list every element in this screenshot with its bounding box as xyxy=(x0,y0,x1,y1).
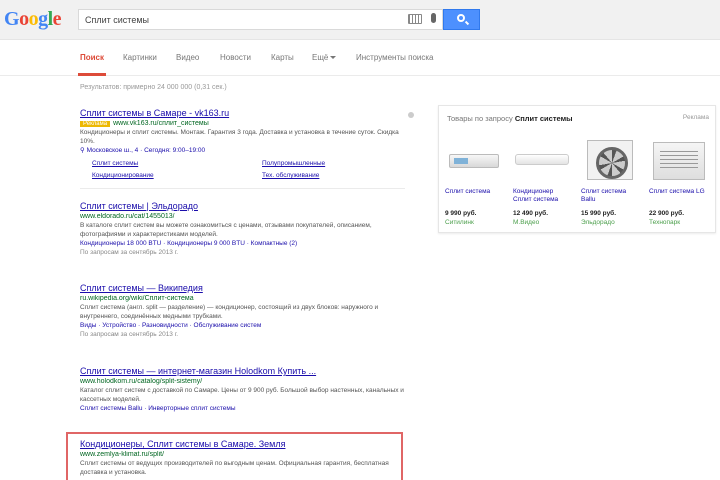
product-image[interactable] xyxy=(581,136,637,184)
result-address[interactable]: ⚲ Московское ш., 4 · Сегодня: 9:00–19:00 xyxy=(80,146,405,155)
product-price: 15 990 руб. xyxy=(581,210,617,217)
search-button[interactable] xyxy=(443,9,480,30)
product-price: 22 900 руб. xyxy=(649,210,685,217)
result-sublinks[interactable]: Виды · Устройство · Разновидности · Обсл… xyxy=(80,321,405,330)
result-title-link[interactable]: Сплит системы — интернет-магазин Holodko… xyxy=(80,366,405,376)
ad-result: Сплит системы в Самаре - vk163.ru Реклам… xyxy=(80,108,405,188)
result-title-link[interactable]: Сплит системы — Википедия xyxy=(80,283,405,293)
sitelink[interactable]: Сплит системы xyxy=(92,160,138,167)
air-conditioner-icon xyxy=(449,154,499,168)
product-card[interactable]: Сплит система 9 990 руб. Ситилинк xyxy=(443,132,505,232)
result-snippet: Сплит система (англ. split — разделение)… xyxy=(80,304,379,320)
ad-badge: Реклама xyxy=(80,121,111,127)
outdoor-unit-icon xyxy=(587,140,633,180)
product-card[interactable]: Сплит система LG 22 900 руб. Технопарк xyxy=(647,132,709,232)
active-tab-indicator xyxy=(78,73,106,76)
shopping-panel: Товары по запросу Сплит системы Реклама … xyxy=(438,105,716,233)
result-url: ru.wikipedia.org/wiki/Сплит-система xyxy=(80,295,194,302)
cabinet-unit-icon xyxy=(653,142,705,180)
search-result: Сплит системы — Википедия ru.wikipedia.o… xyxy=(80,283,405,339)
shopping-panel-title: Товары по запросу Сплит системы xyxy=(447,114,573,123)
result-stats: Результатов: примерно 24 000 000 (0,31 с… xyxy=(80,84,227,91)
sitelinks: Сплит системы Кондиционирование Полупром… xyxy=(92,158,405,188)
result-title-link[interactable]: Сплит системы | Эльдорадо xyxy=(80,201,405,211)
product-card[interactable]: Кондиционер Сплит система 12 490 руб. М.… xyxy=(511,132,573,232)
product-name[interactable]: Кондиционер Сплит система xyxy=(513,188,573,204)
result-date: По запросам за сентябрь 2013 г. xyxy=(80,249,179,256)
product-store: Технопарк xyxy=(649,219,681,226)
result-sublinks[interactable]: Кондиционеры 18 000 BTU · Кондиционеры 9… xyxy=(80,239,405,248)
product-price: 12 490 руб. xyxy=(513,210,549,217)
product-store: М.Видео xyxy=(513,219,540,226)
info-icon[interactable] xyxy=(408,112,414,118)
search-input[interactable] xyxy=(79,10,399,30)
result-sublinks[interactable]: Сплит системы Ballu · Инверторные сплит … xyxy=(80,404,405,413)
highlight-box xyxy=(66,432,403,480)
header-bar: Google xyxy=(0,0,720,40)
search-result: Сплит системы | Эльдорадо www.eldorado.r… xyxy=(80,201,405,257)
result-snippet: Каталог сплит систем с доставкой по Сама… xyxy=(80,387,404,403)
tab-more[interactable]: Ещё xyxy=(312,53,337,62)
tab-video[interactable]: Видео xyxy=(176,53,199,62)
location-pin-icon: ⚲ xyxy=(80,147,87,154)
sitelink[interactable]: Тех. обслуживание xyxy=(262,172,319,179)
sitelink[interactable]: Полупромышленные xyxy=(262,160,325,167)
microphone-icon[interactable] xyxy=(431,13,436,23)
product-store: Ситилинк xyxy=(445,219,474,226)
sitelink[interactable]: Кондиционирование xyxy=(92,172,154,179)
tab-images[interactable]: Картинки xyxy=(123,53,157,62)
result-url: www.eldorado.ru/cat/1455013/ xyxy=(80,213,175,220)
product-price: 9 990 руб. xyxy=(445,210,477,217)
tab-news[interactable]: Новости xyxy=(220,53,251,62)
divider xyxy=(80,188,405,189)
result-url: Реклама www.vk163.ru/сплит_системы xyxy=(80,120,405,127)
tab-search[interactable]: Поиск xyxy=(80,53,104,62)
google-logo[interactable]: Google xyxy=(4,8,62,31)
air-conditioner-icon xyxy=(515,154,569,165)
search-tabs: Поиск Картинки Видео Новости Карты Ещё И… xyxy=(0,40,720,76)
product-image[interactable] xyxy=(649,136,705,184)
result-date: По запросам за сентябрь 2013 г. xyxy=(80,331,179,338)
search-result: Сплит системы — интернет-магазин Holodko… xyxy=(80,366,405,413)
product-image[interactable] xyxy=(445,136,501,184)
result-snippet: Кондиционеры и сплит системы. Монтаж. Га… xyxy=(80,129,399,145)
tab-search-tools[interactable]: Инструменты поиска xyxy=(356,53,433,62)
search-box xyxy=(78,9,443,30)
chevron-down-icon xyxy=(330,56,337,60)
product-store: Эльдорадо xyxy=(581,219,615,226)
result-title-link[interactable]: Сплит системы в Самаре - vk163.ru xyxy=(80,108,405,118)
result-url: www.holodkom.ru/catalog/split-sistemy/ xyxy=(80,378,203,385)
product-name[interactable]: Сплит система Ballu xyxy=(581,188,641,204)
tab-maps[interactable]: Карты xyxy=(271,53,294,62)
product-image[interactable] xyxy=(513,136,569,184)
product-name[interactable]: Сплит система xyxy=(445,188,505,196)
product-name[interactable]: Сплит система LG xyxy=(649,188,709,196)
result-snippet: В каталоге сплит систем вы можете ознако… xyxy=(80,222,372,238)
product-card[interactable]: Сплит система Ballu 15 990 руб. Эльдорад… xyxy=(579,132,641,232)
sponsored-label[interactable]: Реклама xyxy=(683,114,709,121)
keyboard-icon[interactable] xyxy=(408,14,422,24)
search-icon xyxy=(457,14,465,22)
